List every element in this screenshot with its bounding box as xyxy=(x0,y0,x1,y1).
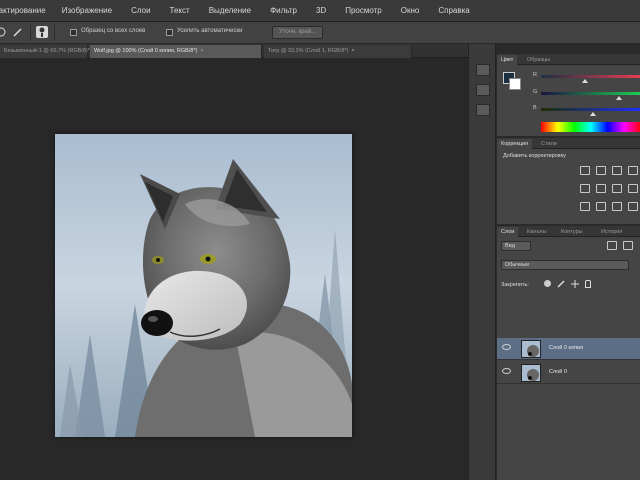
adjustments-panel-tabs: Коррекция Стили xyxy=(497,138,640,149)
layers-panel-tabs: Слои Каналы Контуры История xyxy=(497,226,640,237)
black-white-icon[interactable] xyxy=(628,184,638,193)
tab-history[interactable]: История xyxy=(597,227,626,237)
exposure-icon[interactable] xyxy=(628,166,638,175)
auto-enhance-checkbox[interactable] xyxy=(166,29,173,36)
levels-icon[interactable] xyxy=(596,166,606,175)
adjustments-title: Добавить корректировку xyxy=(503,153,566,159)
tab-document-tiger[interactable]: Тигр @ 33,3% (Слой 1, RGB/8*) × xyxy=(264,45,412,58)
adjustments-panel: Коррекция Стили Добавить корректировку xyxy=(497,138,640,224)
menu-window[interactable]: Окно xyxy=(401,6,420,15)
panel-dock-strip xyxy=(468,44,496,480)
color-ramp[interactable] xyxy=(541,122,640,132)
brush-size-picker-icon[interactable] xyxy=(36,26,48,38)
tab-channels[interactable]: Каналы xyxy=(523,227,551,237)
tab-swatches[interactable]: Образцы xyxy=(523,55,554,65)
menu-filter[interactable]: Фильтр xyxy=(270,6,297,15)
channel-r-knob[interactable] xyxy=(582,79,588,83)
layer-thumbnail xyxy=(521,340,541,358)
layer-kind-filter[interactable]: Вид xyxy=(501,241,531,251)
background-color-swatch[interactable] xyxy=(509,78,521,90)
channel-b-label: B xyxy=(533,105,537,111)
menu-layers[interactable]: Слои xyxy=(131,6,150,15)
menu-edit[interactable]: дактирование xyxy=(0,6,46,15)
threshold-icon[interactable] xyxy=(612,202,622,211)
wolf-image[interactable] xyxy=(55,134,352,437)
channel-g-slider[interactable] xyxy=(541,92,640,95)
history-panel-icon[interactable] xyxy=(476,64,490,76)
tab-layers[interactable]: Слои xyxy=(497,227,519,237)
lock-pixels-icon[interactable] xyxy=(557,280,565,288)
layers-panel: Слои Каналы Контуры История Вид Обычные … xyxy=(497,226,640,480)
quick-selection-tool-icon[interactable] xyxy=(0,26,8,38)
channel-r-label: R xyxy=(533,72,537,78)
channel-g-label: G xyxy=(533,89,538,95)
menu-type[interactable]: Текст xyxy=(170,6,190,15)
channel-g-knob[interactable] xyxy=(616,96,622,100)
visibility-eye-icon[interactable] xyxy=(502,344,511,350)
tab-document-1[interactable]: Безымянный-1 @ 66,7% (RGB/8)* xyxy=(0,45,90,58)
tab-adjustments[interactable]: Коррекция xyxy=(497,139,533,149)
document-tabs: Безымянный-1 @ 66,7% (RGB/8)* Wolf.jpg @… xyxy=(0,44,468,58)
color-balance-icon[interactable] xyxy=(612,184,622,193)
tab-label: Wolf.jpg @ 100% (Слой 0 копия, RGB/8*) xyxy=(94,48,198,54)
menu-3d[interactable]: 3D xyxy=(316,6,326,15)
separator xyxy=(54,25,55,41)
lock-all-icon[interactable] xyxy=(585,280,591,288)
menu-bar: дактирование Изображение Слои Текст Выде… xyxy=(0,0,640,22)
lock-transparency-icon[interactable] xyxy=(544,280,551,287)
hue-saturation-icon[interactable] xyxy=(596,184,606,193)
filter-pixel-icon[interactable] xyxy=(607,241,617,250)
channel-r-slider[interactable] xyxy=(541,75,640,78)
invert-icon[interactable] xyxy=(580,202,590,211)
menu-select[interactable]: Выделение xyxy=(209,6,251,15)
tab-styles[interactable]: Стили xyxy=(537,139,561,149)
close-icon[interactable]: × xyxy=(200,48,203,54)
curves-icon[interactable] xyxy=(612,166,622,175)
tab-label: Тигр @ 33,3% (Слой 1, RGB/8*) xyxy=(268,48,349,54)
lock-position-icon[interactable] xyxy=(571,280,579,288)
brightness-contrast-icon[interactable] xyxy=(580,166,590,175)
properties-panel-icon[interactable] xyxy=(476,84,490,96)
color-panel: Цвет Образцы R G B xyxy=(497,54,640,136)
lock-label: Закрепить: xyxy=(501,282,529,288)
auto-enhance-label: Усилить автоматически xyxy=(177,28,243,34)
refine-edge-button[interactable]: Уточн. край... xyxy=(272,26,324,39)
close-icon[interactable]: × xyxy=(351,48,354,54)
sample-all-layers-label: Образец со всех слоев xyxy=(81,28,146,34)
separator xyxy=(30,25,31,41)
gradient-map-icon[interactable] xyxy=(628,202,638,211)
options-bar: Образец со всех слоев Усилить автоматиче… xyxy=(0,22,640,44)
layer-thumbnail xyxy=(521,364,541,382)
menu-help[interactable]: Справка xyxy=(438,6,469,15)
menu-image[interactable]: Изображение xyxy=(62,6,112,15)
filter-adjustment-icon[interactable] xyxy=(623,241,633,250)
tab-color[interactable]: Цвет xyxy=(497,55,518,65)
visibility-eye-icon[interactable] xyxy=(502,368,511,374)
posterize-icon[interactable] xyxy=(596,202,606,211)
blend-mode-select[interactable]: Обычные xyxy=(501,260,629,270)
color-panel-tabs: Цвет Образцы xyxy=(497,54,640,65)
vibrance-icon[interactable] xyxy=(580,184,590,193)
panels-column: Цвет Образцы R G B Коррекция Стили Добав… xyxy=(497,44,640,480)
sample-all-layers-checkbox[interactable] xyxy=(70,29,77,36)
tab-label: Безымянный-1 @ 66,7% (RGB/8)* xyxy=(4,48,90,54)
channel-b-slider[interactable] xyxy=(541,108,640,111)
layer-row-copy[interactable]: Слой 0 копия xyxy=(497,338,640,360)
tab-paths[interactable]: Контуры xyxy=(557,227,587,237)
channel-b-knob[interactable] xyxy=(590,112,596,116)
layer-row-base[interactable]: Слой 0 xyxy=(497,362,640,384)
layer-name: Слой 0 xyxy=(549,369,567,375)
menu-view[interactable]: Просмотр xyxy=(345,6,382,15)
tab-document-wolf[interactable]: Wolf.jpg @ 100% (Слой 0 копия, RGB/8*) × xyxy=(90,45,262,58)
brush-new-selection-icon[interactable] xyxy=(12,26,24,38)
brush-panel-icon[interactable] xyxy=(476,104,490,116)
layer-name: Слой 0 копия xyxy=(549,345,584,351)
